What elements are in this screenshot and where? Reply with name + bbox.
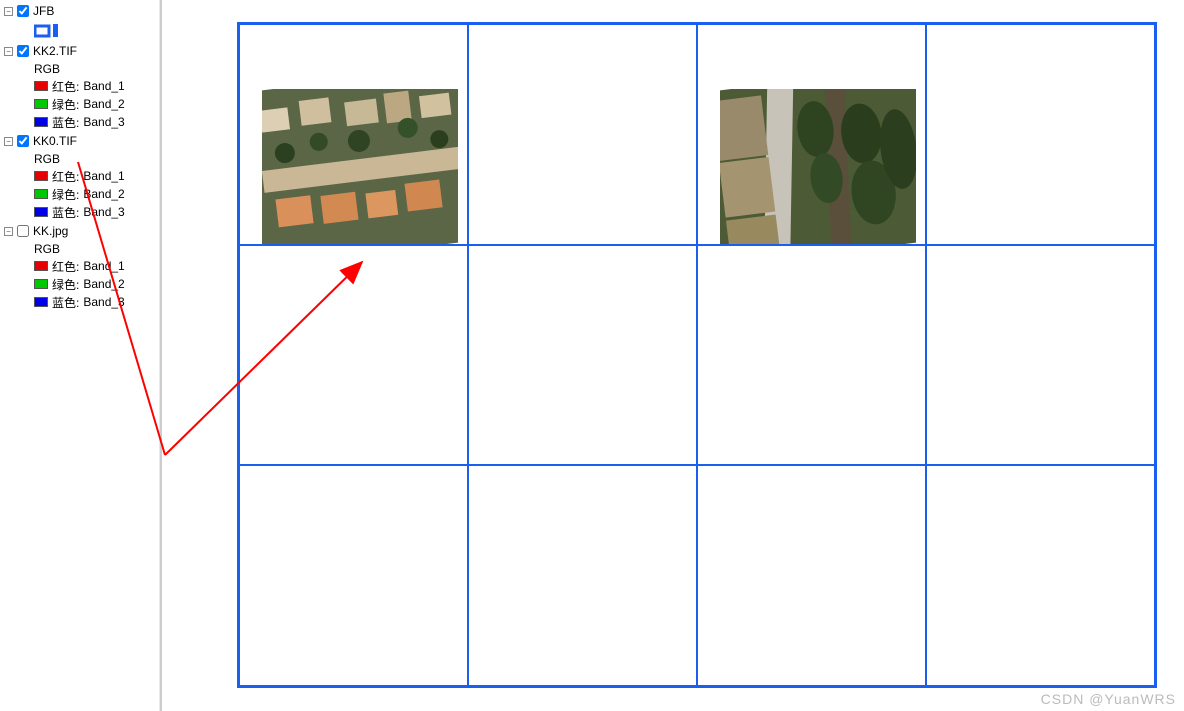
layer-node-kkjpg: − KK.jpg RGB 红色: Band_1 绿色: Band_2 蓝色: B…: [4, 222, 155, 310]
layer-node-kk0: − KK0.TIF RGB 红色: Band_1 绿色: Band_2 蓝色: …: [4, 132, 155, 220]
blue-swatch-icon: [34, 117, 48, 127]
layer-row[interactable]: − JFB: [4, 2, 155, 20]
layer-row[interactable]: − KK.jpg: [4, 222, 155, 240]
grid-cell: [926, 245, 1155, 466]
rgb-label: RGB: [34, 242, 155, 256]
grid-cell: [239, 465, 468, 686]
green-swatch-icon: [34, 189, 48, 199]
grid-cell: [239, 24, 468, 245]
rgb-label: RGB: [34, 152, 155, 166]
channel-label: 蓝色:: [52, 294, 79, 311]
blue-swatch-icon: [34, 207, 48, 217]
channel-label: 绿色:: [52, 186, 79, 203]
expand-icon[interactable]: −: [4, 47, 13, 56]
band-row: 蓝色: Band_3: [34, 204, 155, 220]
expand-icon[interactable]: −: [4, 7, 13, 16]
band-label: Band_2: [83, 187, 124, 201]
jfb-symbol-icon: [34, 22, 155, 38]
grid-cell: [239, 245, 468, 466]
layer-visibility-checkbox[interactable]: [17, 45, 29, 57]
band-label: Band_3: [83, 205, 124, 219]
band-row: 绿色: Band_2: [34, 96, 155, 112]
layer-row[interactable]: − KK2.TIF: [4, 42, 155, 60]
grid-cell: [697, 24, 926, 245]
channel-label: 绿色:: [52, 276, 79, 293]
blue-swatch-icon: [34, 297, 48, 307]
layer-label: KK2.TIF: [33, 44, 77, 58]
grid-cell: [697, 465, 926, 686]
channel-label: 红色:: [52, 78, 79, 95]
expand-icon[interactable]: −: [4, 227, 13, 236]
green-swatch-icon: [34, 279, 48, 289]
layer-node-jfb: − JFB: [4, 2, 155, 38]
channel-label: 蓝色:: [52, 114, 79, 131]
red-swatch-icon: [34, 171, 48, 181]
band-label: Band_2: [83, 277, 124, 291]
map-canvas[interactable]: CSDN @YuanWRS: [162, 0, 1184, 711]
aerial-image-2: [720, 89, 916, 244]
band-label: Band_3: [83, 295, 124, 309]
band-row: 红色: Band_1: [34, 78, 155, 94]
green-swatch-icon: [34, 99, 48, 109]
layer-visibility-checkbox[interactable]: [17, 225, 29, 237]
channel-label: 绿色:: [52, 96, 79, 113]
watermark: CSDN @YuanWRS: [1041, 691, 1176, 707]
band-label: Band_1: [83, 79, 124, 93]
grid-cell: [468, 465, 697, 686]
red-swatch-icon: [34, 261, 48, 271]
band-row: 绿色: Band_2: [34, 276, 155, 292]
layer-row[interactable]: − KK0.TIF: [4, 132, 155, 150]
layer-label: KK.jpg: [33, 224, 68, 238]
layer-label: KK0.TIF: [33, 134, 77, 148]
band-label: Band_1: [83, 259, 124, 273]
layer-visibility-checkbox[interactable]: [17, 135, 29, 147]
grid-cell: [468, 24, 697, 245]
expand-icon[interactable]: −: [4, 137, 13, 146]
band-row: 蓝色: Band_3: [34, 114, 155, 130]
grid-cell: [926, 465, 1155, 686]
layer-visibility-checkbox[interactable]: [17, 5, 29, 17]
red-swatch-icon: [34, 81, 48, 91]
band-row: 红色: Band_1: [34, 168, 155, 184]
band-row: 绿色: Band_2: [34, 186, 155, 202]
channel-label: 红色:: [52, 258, 79, 275]
band-label: Band_3: [83, 115, 124, 129]
aerial-image-1: [262, 89, 458, 244]
layer-panel: − JFB − KK2.TIF RGB 红色: Band_: [0, 0, 162, 711]
fishnet-grid: [237, 22, 1157, 688]
band-row: 蓝色: Band_3: [34, 294, 155, 310]
layer-label: JFB: [33, 4, 54, 18]
grid-cell: [697, 245, 926, 466]
rgb-label: RGB: [34, 62, 155, 76]
band-label: Band_2: [83, 97, 124, 111]
grid-cell: [926, 24, 1155, 245]
channel-label: 蓝色:: [52, 204, 79, 221]
channel-label: 红色:: [52, 168, 79, 185]
grid-cell: [468, 245, 697, 466]
band-row: 红色: Band_1: [34, 258, 155, 274]
layer-node-kk2: − KK2.TIF RGB 红色: Band_1 绿色: Band_2 蓝色: …: [4, 42, 155, 130]
band-label: Band_1: [83, 169, 124, 183]
